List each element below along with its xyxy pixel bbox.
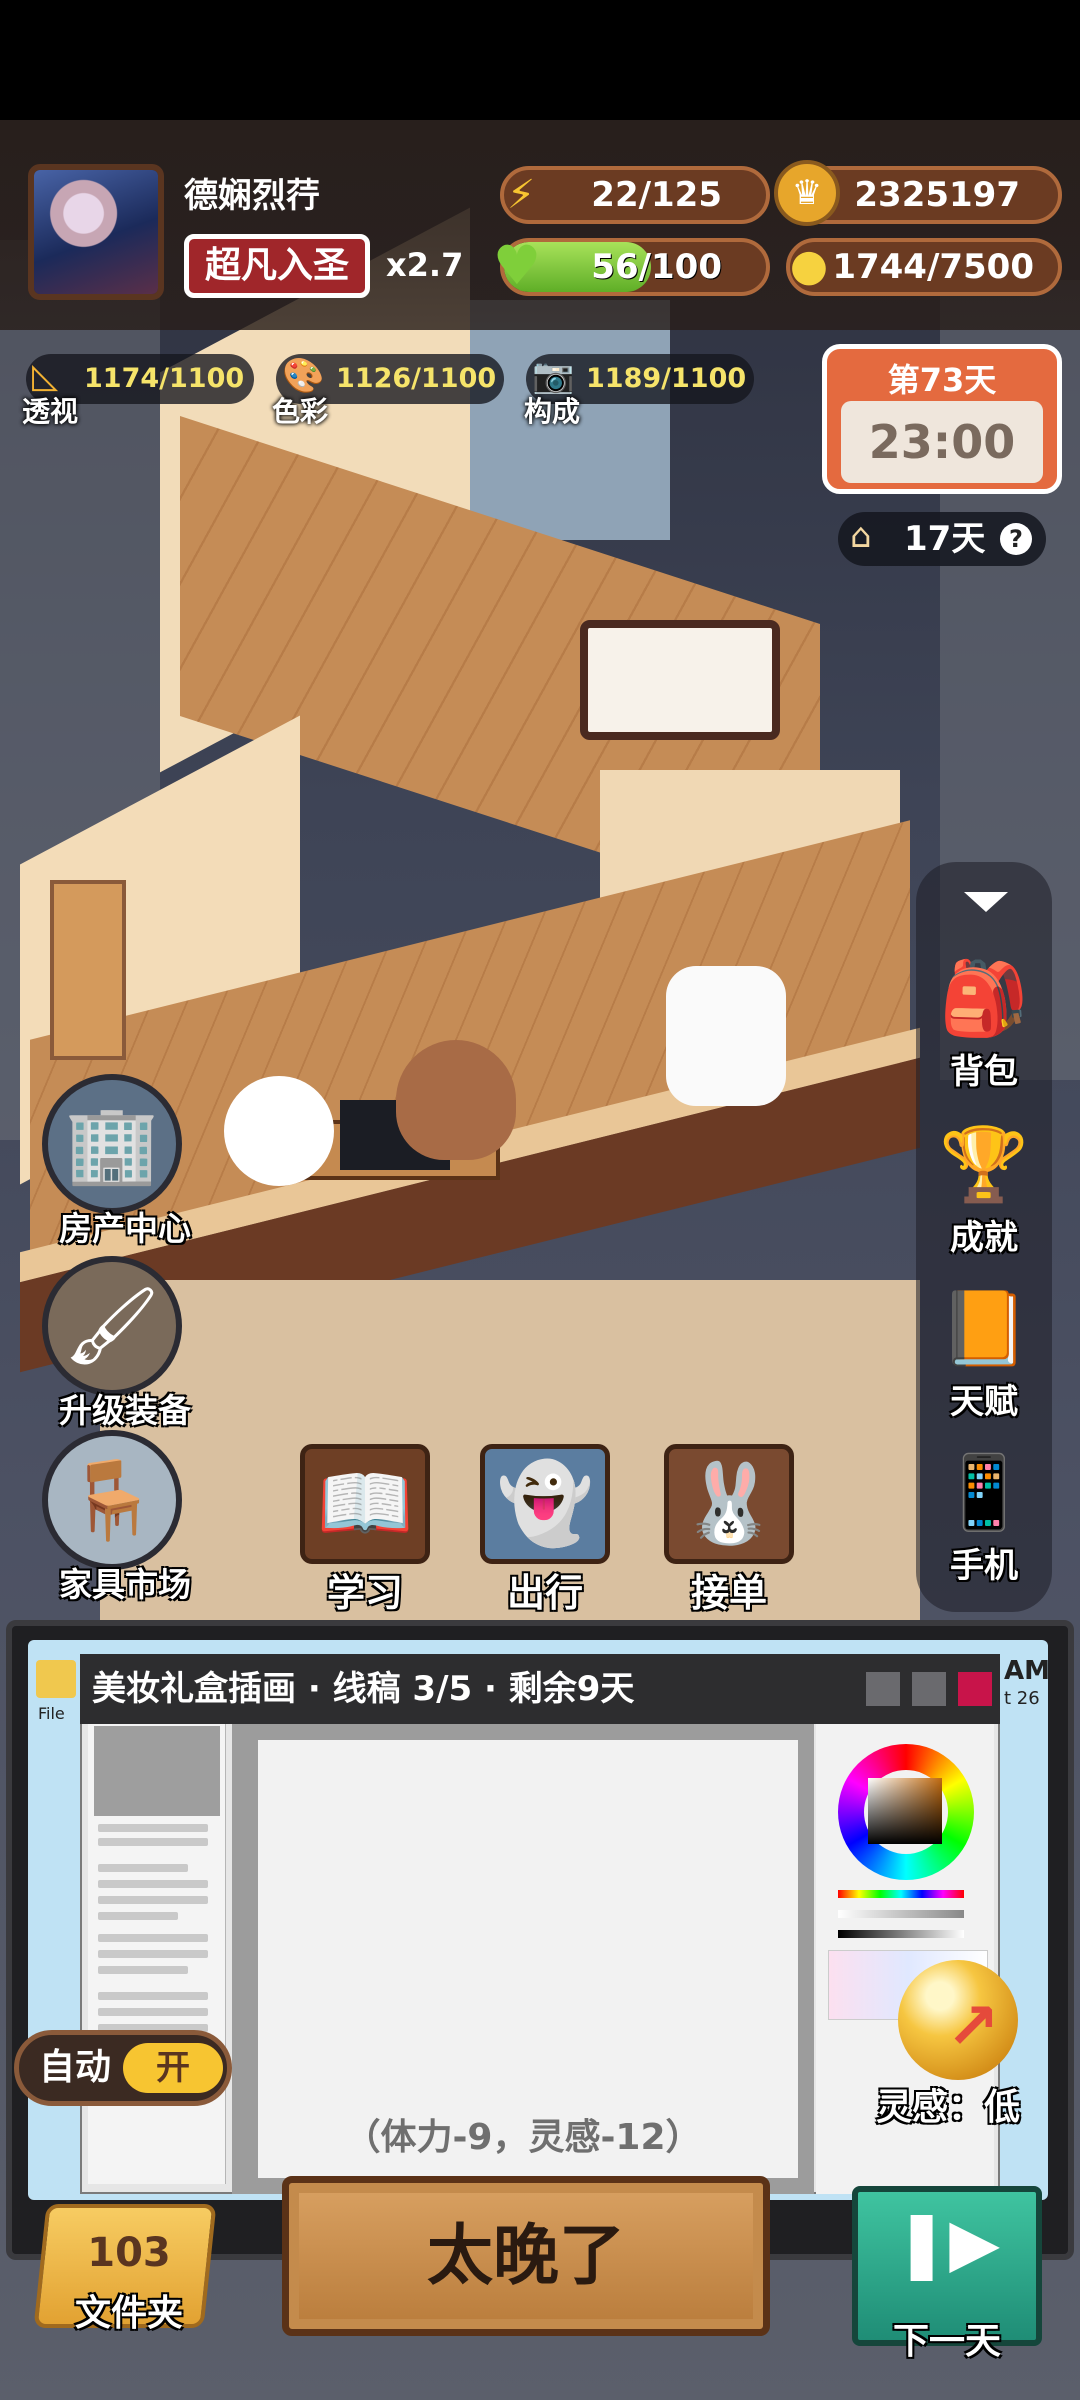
too-late-button[interactable]: 太晚了 [282, 2176, 770, 2336]
toilet[interactable] [666, 966, 786, 1106]
real-estate-button[interactable]: 🏢 房产中心 [30, 1074, 200, 1248]
file-label: File [38, 1704, 65, 1723]
rent-remaining[interactable]: ⌂ 17天 ? [838, 512, 1046, 566]
coins-value: 2325197 [854, 175, 1020, 215]
auto-toggle[interactable]: 自动 开 [14, 2030, 232, 2106]
study-button[interactable]: 📖 学习 [290, 1434, 440, 1615]
side-item-label: 天赋 [950, 1382, 1018, 1422]
upgrade-equipment-button[interactable]: 🖌 升级装备 [30, 1256, 200, 1430]
collapse-arrow-icon[interactable] [964, 892, 1008, 912]
next-day-button[interactable]: ❚▶ 下一天 [852, 2186, 1042, 2362]
player-character[interactable] [396, 1040, 516, 1160]
trend-arrow-icon: ↗ [946, 1990, 1000, 2064]
action-label: 接单 [690, 1571, 767, 1615]
book-icon: 📙 [939, 1286, 1029, 1370]
folder-button[interactable]: 103 文件夹 [33, 2184, 218, 2344]
minimize-icon [866, 1672, 900, 1706]
paint-app-titlebar: 美妆礼盒插画 · 线稿 3/5 · 剩余9天 [80, 1654, 1000, 1724]
side-item-label: 手机 [950, 1546, 1018, 1586]
house-icon: ⌂ [850, 516, 872, 556]
task-title: 美妆礼盒插画 · 线稿 3/5 · 剩余9天 [92, 1669, 635, 1709]
skill-value: 1174/1100 [84, 363, 245, 394]
close-icon [958, 1672, 992, 1706]
saturation-slider [838, 1910, 964, 1918]
player-name: 德娴烈荇 [184, 176, 320, 216]
lightbulb-icon: ● [789, 239, 829, 291]
heart-icon: ♥ [492, 233, 542, 297]
backpack-button[interactable]: 🎒 背包 [916, 948, 1052, 1108]
side-item-label: 背包 [950, 1052, 1018, 1092]
tools-icon: 🖌 [42, 1256, 182, 1396]
maximize-icon [912, 1672, 946, 1706]
skill-label: 色彩 [272, 395, 329, 428]
trophy-icon: 🏆 [939, 1122, 1029, 1206]
skill-label: 构成 [524, 395, 581, 428]
color-picker-square [868, 1778, 942, 1844]
backpack-icon: 🎒 [939, 956, 1029, 1040]
action-cost: （体力-9，灵感-12） [344, 2117, 702, 2158]
play-next-icon: ❚▶ [893, 2204, 1001, 2281]
day-counter: 第73天 [887, 361, 997, 399]
health-value: 56/100 [591, 247, 722, 287]
dog[interactable] [224, 1076, 334, 1186]
take-order-button[interactable]: 🐰 接单 [654, 1434, 804, 1615]
inspiration-points-value: 1744/7500 [832, 247, 1034, 287]
hue-slider [838, 1890, 964, 1898]
coin-icon: ♛ [774, 160, 840, 226]
avatar[interactable] [28, 164, 164, 300]
building-icon: 🏢 [42, 1074, 182, 1214]
side-item-label: 成就 [950, 1218, 1018, 1258]
folder-count: 103 [87, 2230, 171, 2276]
ghost-icon: 👻 [480, 1444, 610, 1564]
bed[interactable] [580, 620, 780, 740]
left-item-label: 家具市场 [59, 1565, 191, 1604]
auto-switch[interactable]: 开 [123, 2043, 223, 2093]
rank-multiplier: x2.7 [386, 246, 464, 284]
phone-button[interactable]: 📱 手机 [916, 1442, 1052, 1602]
rabbit-icon: 🐰 [664, 1444, 794, 1564]
left-item-label: 升级装备 [59, 1391, 191, 1430]
desktop-date: t 26 [1004, 1688, 1040, 1709]
energy-value: 22/125 [591, 175, 722, 215]
layer-panel [88, 1724, 226, 2184]
navigator-preview [94, 1726, 220, 1816]
main-button-label: 太晚了 [427, 2217, 625, 2294]
folder-label: 文件夹 [74, 2293, 183, 2334]
travel-button[interactable]: 👻 出行 [470, 1434, 620, 1615]
door[interactable] [50, 880, 126, 1060]
action-label: 学习 [326, 1571, 403, 1615]
achievements-button[interactable]: 🏆 成就 [916, 1114, 1052, 1274]
action-label: 出行 [506, 1571, 583, 1615]
help-icon[interactable]: ? [1000, 523, 1032, 555]
day-panel: 第73天 23:00 [822, 344, 1062, 494]
phone-icon: 📱 [939, 1450, 1029, 1534]
skill-value: 1189/1100 [586, 363, 747, 394]
left-item-label: 房产中心 [59, 1209, 191, 1248]
furniture-market-button[interactable]: 🪑 家具市场 [30, 1430, 200, 1604]
rank-badge[interactable]: 超凡入圣 [184, 234, 370, 298]
book-quill-icon: 📖 [300, 1444, 430, 1564]
desktop-clock: AM [1004, 1656, 1050, 1686]
inspiration-level: 灵感：低 [876, 2087, 1021, 2128]
side-menu: 🎒 背包 🏆 成就 📙 天赋 📱 手机 [916, 862, 1052, 1612]
clock: 23:00 [841, 401, 1043, 483]
lightning-icon: ⚡ [506, 172, 536, 218]
talent-button[interactable]: 📙 天赋 [916, 1278, 1052, 1438]
auto-label: 自动 [39, 2047, 112, 2088]
rent-days: 17天 [904, 519, 986, 559]
next-day-label: 下一天 [892, 2321, 1001, 2362]
value-slider [838, 1930, 964, 1938]
furniture-icon: 🪑 [42, 1430, 182, 1570]
folder-icon [36, 1660, 76, 1698]
skill-label: 透视 [22, 395, 79, 428]
skill-value: 1126/1100 [336, 363, 497, 394]
